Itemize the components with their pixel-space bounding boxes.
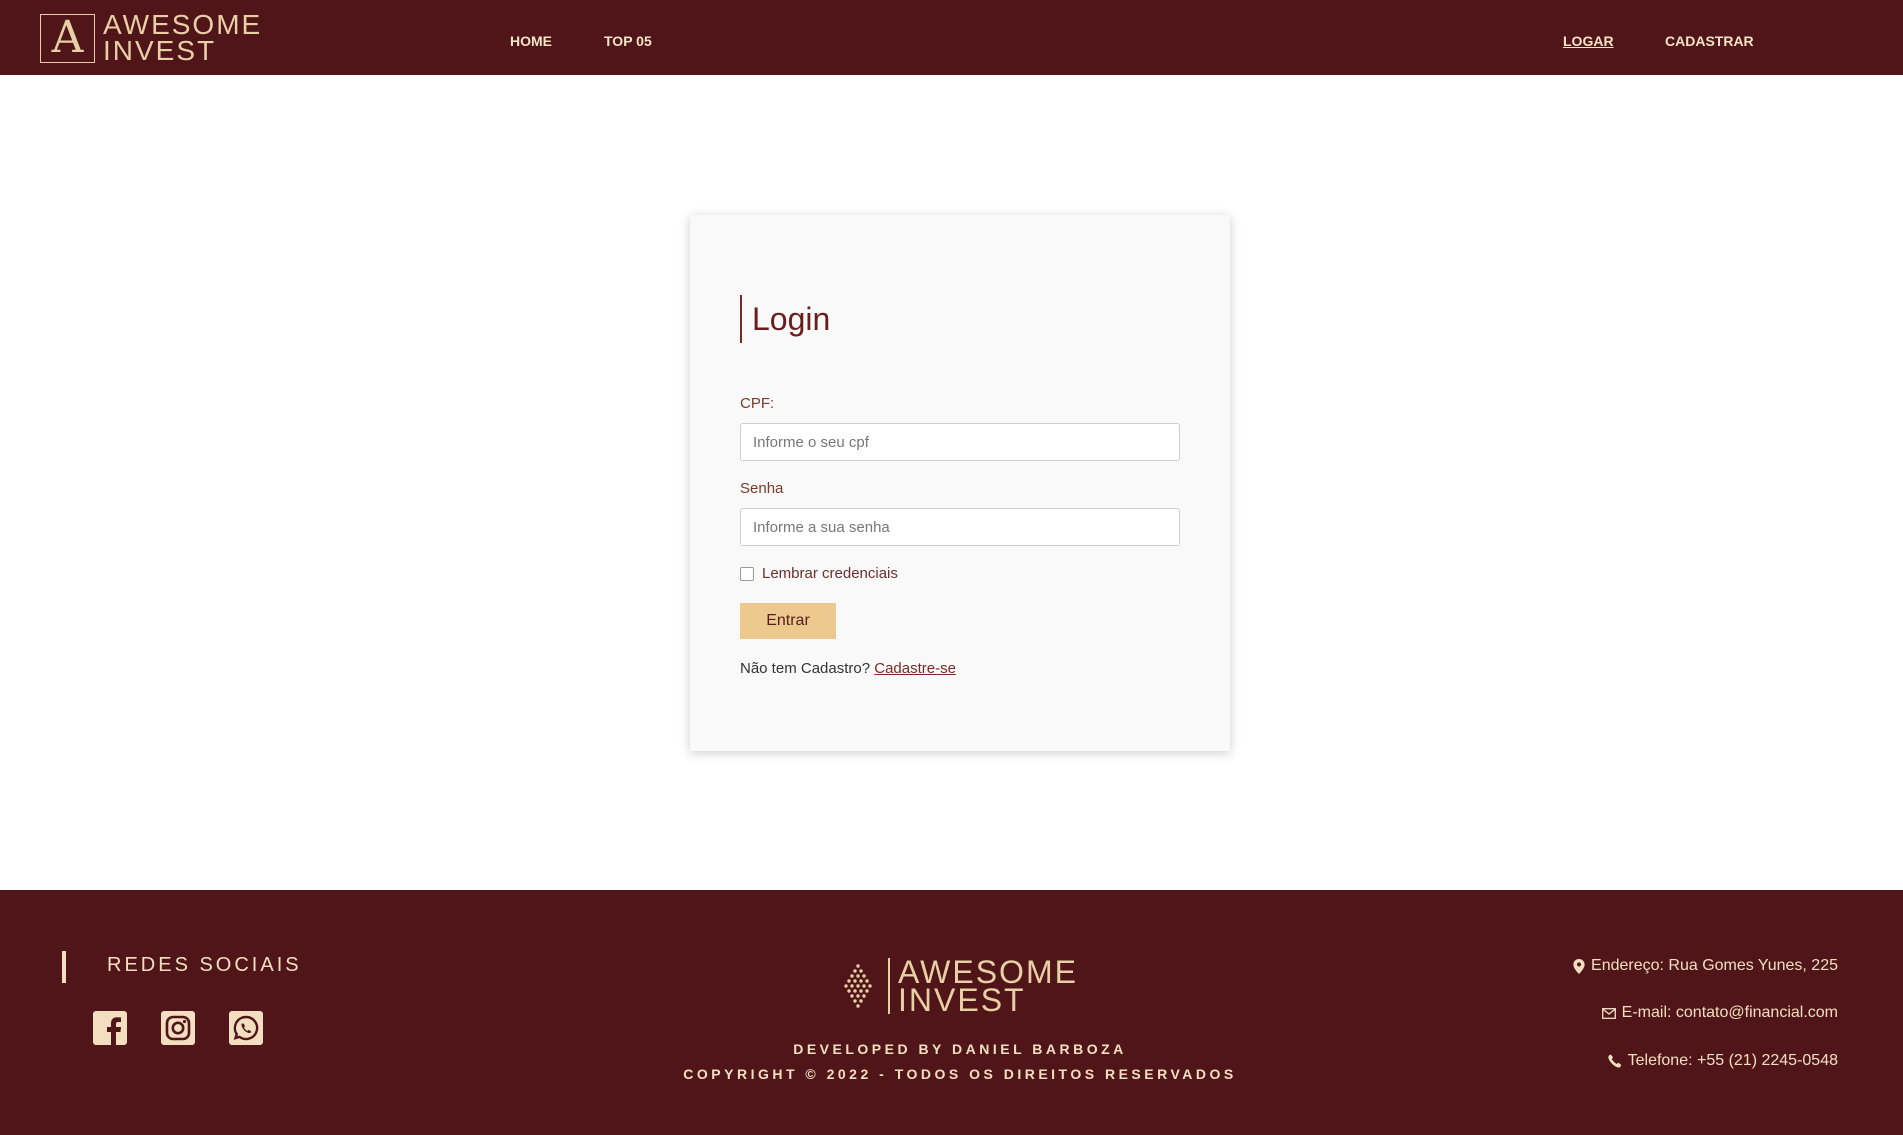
remember-label: Lembrar credenciais — [762, 565, 898, 582]
nav-home[interactable]: HOME — [510, 33, 552, 49]
address-text: Endereço: Rua Gomes Yunes, 225 — [1591, 957, 1838, 974]
logo-wordmark: AWESOME INVEST — [103, 9, 263, 66]
no-account-text: Não tem Cadastro? — [740, 660, 871, 677]
footer-logo-wordmark: AWESOME INVEST — [888, 956, 1078, 1016]
contact-address: Endereço: Rua Gomes Yunes, 225 — [1573, 957, 1838, 975]
social-title: REDES SOCIAIS — [107, 954, 302, 976]
top-navbar: A AWESOME INVEST HOME TOP 05 LOGAR CADAS… — [0, 0, 1903, 75]
cpf-input[interactable] — [740, 423, 1180, 461]
page-footer: REDES SOCIAIS AWESOME INVEST DEVELOPED B… — [0, 890, 1903, 1135]
remember-checkbox[interactable] — [740, 566, 754, 581]
logo-mark: A — [40, 13, 95, 63]
login-title: Login — [740, 295, 830, 343]
contact-email: E-mail: contato@financial.com — [1601, 1004, 1838, 1022]
contact-phone: Telefone: +55 (21) 2245-0548 — [1608, 1052, 1838, 1070]
cpf-label: CPF: — [740, 395, 775, 412]
remember-credentials[interactable]: Lembrar credenciais — [740, 565, 898, 582]
password-input[interactable] — [740, 508, 1180, 546]
mail-icon — [1601, 1007, 1616, 1019]
login-card: Login CPF: Senha Lembrar credenciais Ent… — [690, 215, 1230, 751]
social-title-bar — [62, 951, 66, 983]
phone-icon — [1608, 1054, 1621, 1068]
phone-text: Telefone: +55 (21) 2245-0548 — [1627, 1052, 1838, 1069]
brand-logo[interactable]: A AWESOME INVEST — [40, 9, 263, 66]
register-prompt: Não tem Cadastro? Cadastre-se — [740, 660, 956, 677]
nav-top-05[interactable]: TOP 05 — [604, 33, 652, 49]
nav-register[interactable]: CADASTRAR — [1665, 33, 1754, 49]
email-text[interactable]: E-mail: contato@financial.com — [1622, 1004, 1838, 1022]
login-submit-button[interactable]: Entrar — [740, 603, 836, 639]
nav-login[interactable]: LOGAR — [1563, 33, 1614, 49]
footer-logo-mark-icon — [844, 964, 872, 1008]
password-label: Senha — [740, 480, 784, 497]
location-pin-icon — [1573, 958, 1585, 974]
footer-logo: AWESOME INVEST — [834, 956, 1078, 1016]
register-link[interactable]: Cadastre-se — [874, 660, 956, 677]
